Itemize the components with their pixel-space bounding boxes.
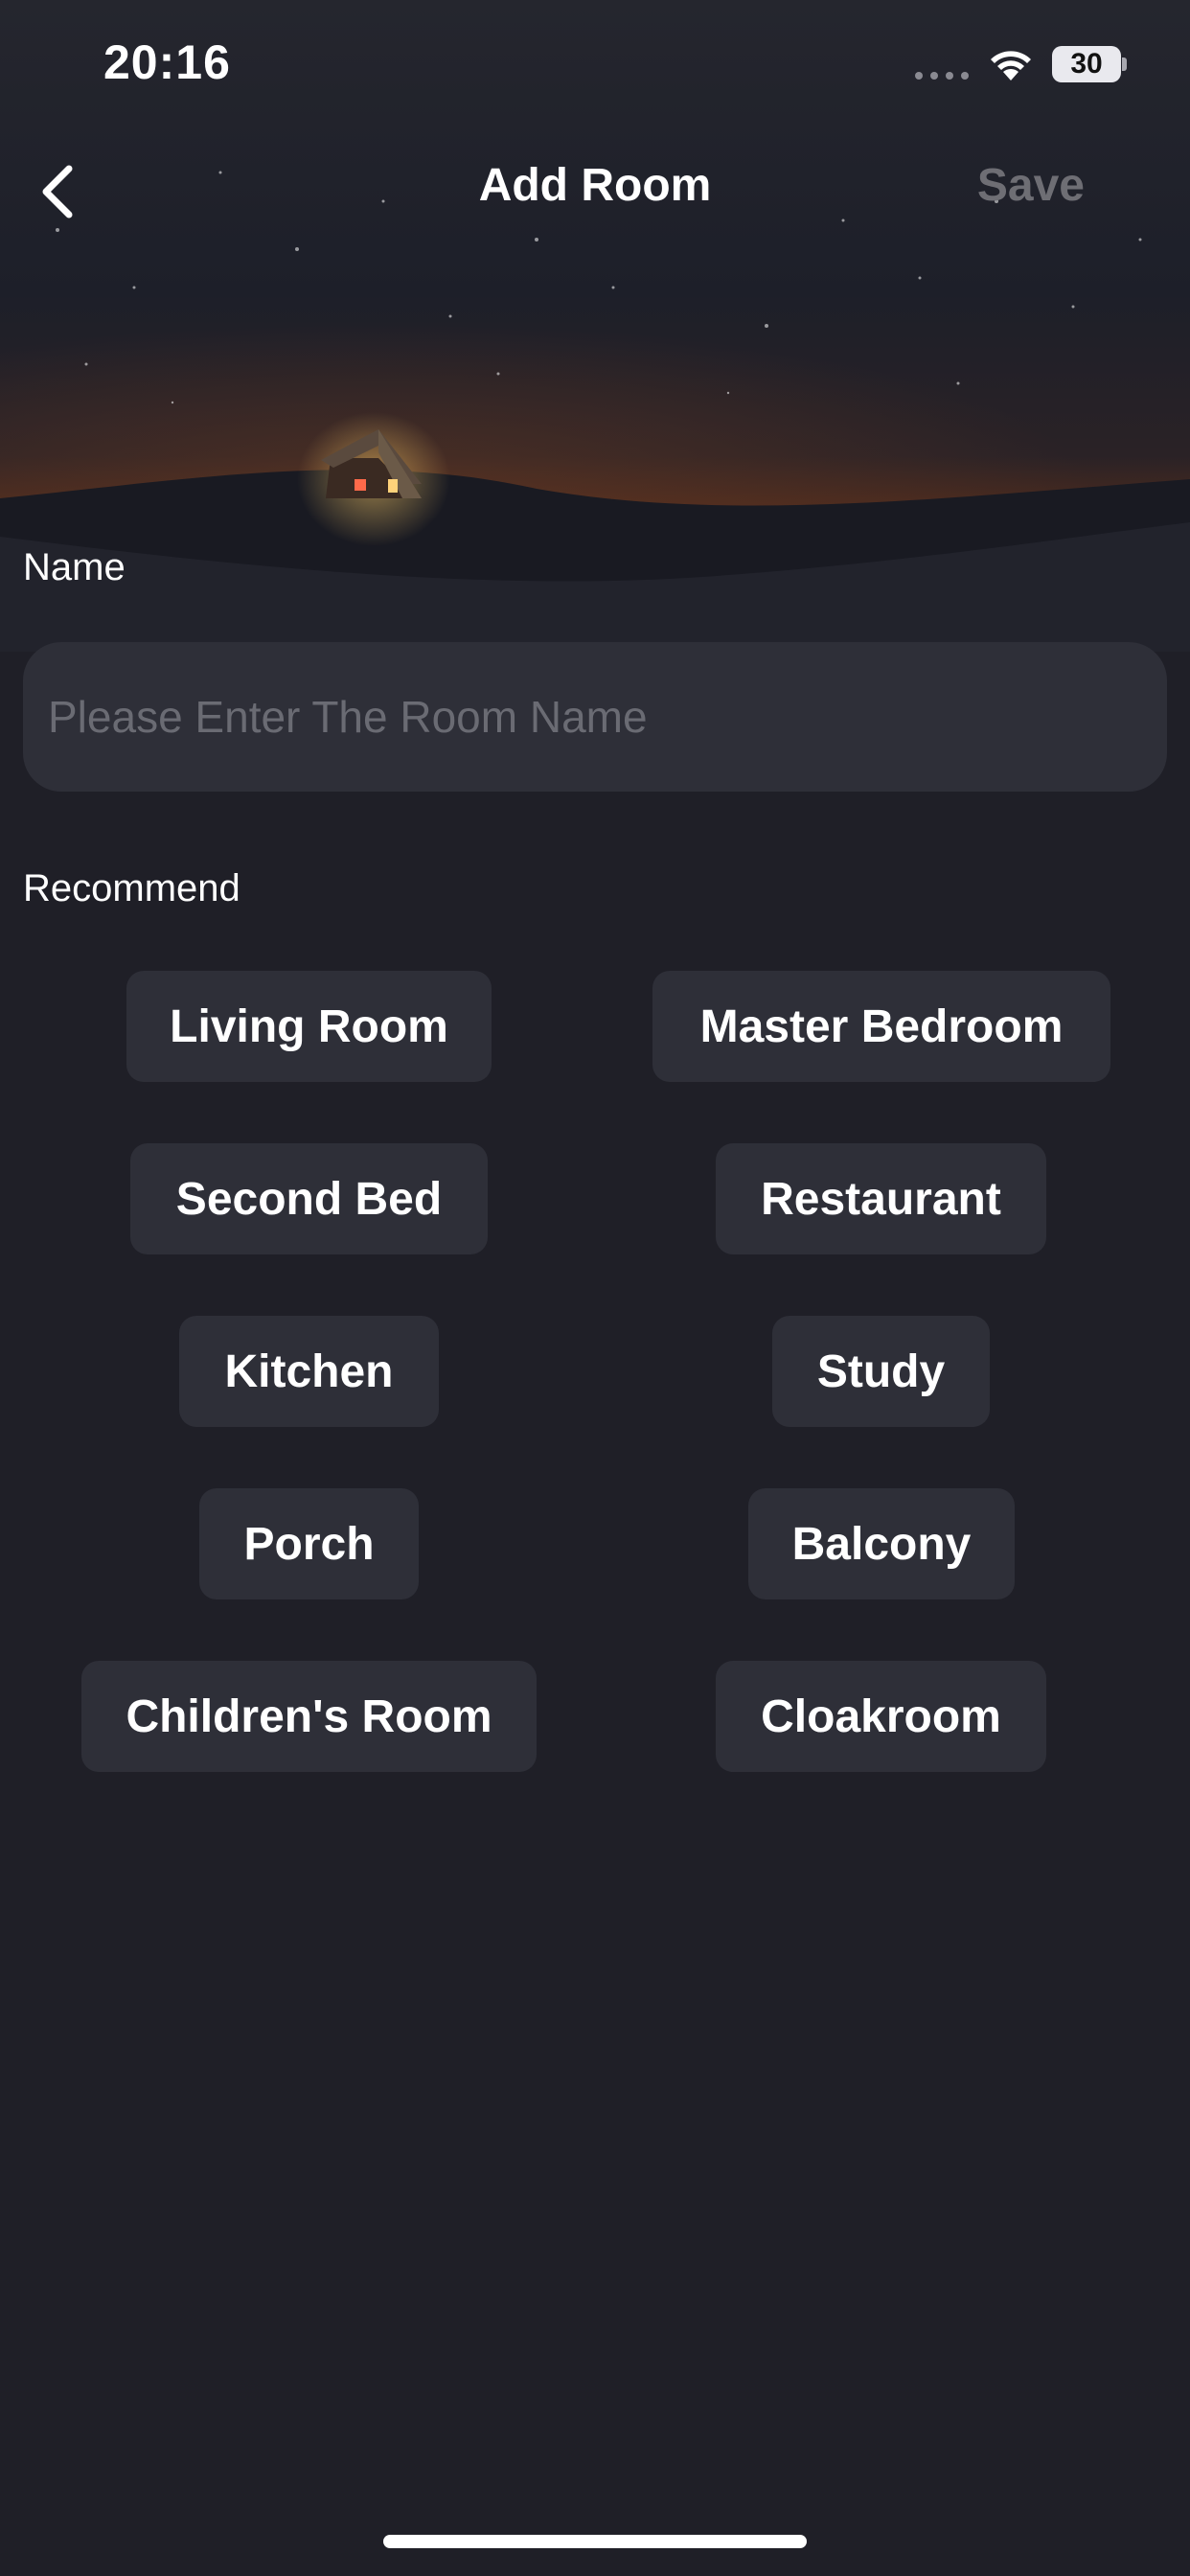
save-button[interactable]: Save	[977, 159, 1085, 212]
recommend-chip-balcony[interactable]: Balcony	[748, 1488, 1015, 1599]
battery-indicator: 30	[1052, 46, 1127, 82]
home-indicator[interactable]	[383, 2535, 807, 2548]
recommend-chip-childrens-room[interactable]: Children's Room	[81, 1661, 537, 1772]
name-label: Name	[23, 546, 126, 588]
recommend-chip-restaurant[interactable]: Restaurant	[716, 1143, 1046, 1254]
battery-cap	[1122, 58, 1127, 71]
cellular-signal-icon	[915, 72, 969, 80]
recommend-chip-study[interactable]: Study	[772, 1316, 990, 1427]
recommend-chip-living-room[interactable]: Living Room	[126, 971, 492, 1082]
status-bar: 20:16 30	[0, 0, 1190, 125]
add-room-screen: 20:16 30 Add Room Save Name Recommend	[0, 0, 1190, 2576]
status-time: 20:16	[103, 35, 231, 89]
navigation-bar: Add Room Save	[0, 134, 1190, 249]
recommend-chip-cloakroom[interactable]: Cloakroom	[716, 1661, 1046, 1772]
recommend-chip-porch[interactable]: Porch	[199, 1488, 419, 1599]
recommend-chip-master-bedroom[interactable]: Master Bedroom	[652, 971, 1110, 1082]
battery-level: 30	[1052, 46, 1121, 82]
recommend-chip-kitchen[interactable]: Kitchen	[179, 1316, 439, 1427]
wifi-icon	[991, 51, 1031, 80]
recommend-chip-second-bed[interactable]: Second Bed	[130, 1143, 488, 1254]
room-name-input[interactable]	[23, 642, 1167, 792]
recommend-label: Recommend	[23, 867, 240, 909]
